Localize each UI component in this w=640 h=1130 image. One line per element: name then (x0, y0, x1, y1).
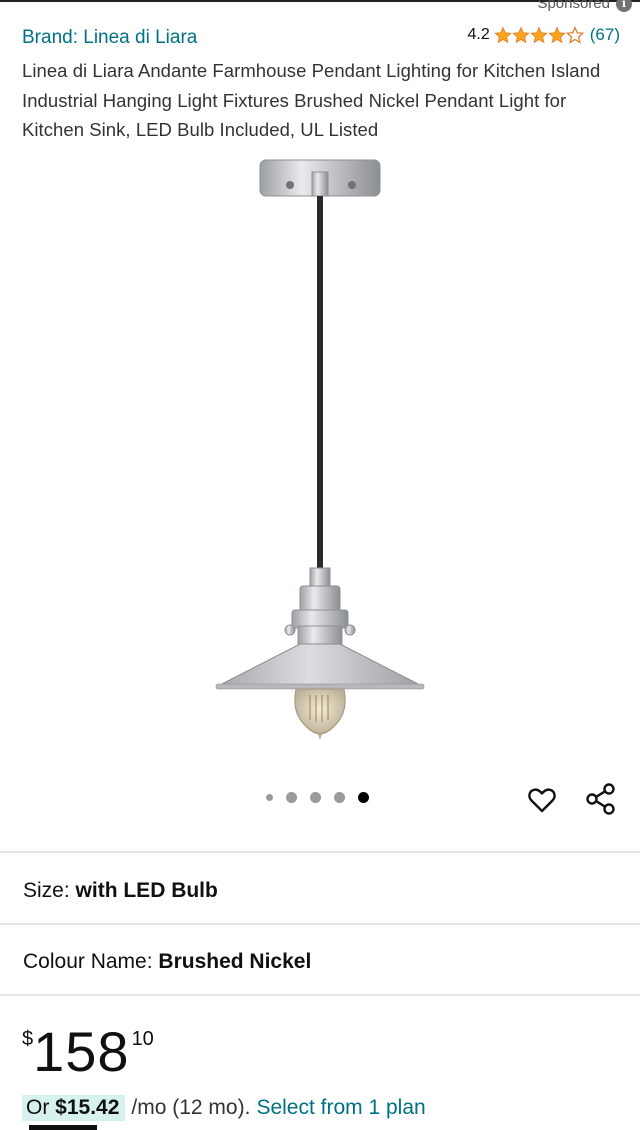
installment-amount-pill: Or $15.42 (22, 1095, 126, 1121)
star-icon (547, 26, 566, 44)
size-label: Size: (23, 879, 70, 902)
star-icon (493, 26, 512, 44)
price-whole: 158 (33, 1020, 130, 1083)
size-option[interactable]: Size: with LED Bulb (23, 879, 218, 903)
star-icon (529, 26, 548, 44)
share-icon[interactable] (584, 782, 618, 816)
sponsored-label[interactable]: Sponsored i (537, 0, 632, 12)
divider (0, 923, 640, 925)
carousel-dot[interactable] (334, 792, 345, 803)
price-fraction: 10 (131, 1028, 154, 1050)
price-currency-symbol: $ (22, 1028, 34, 1050)
price: $ 158 10 (22, 1020, 154, 1084)
installment-prefix: Or (26, 1096, 50, 1119)
heart-icon[interactable] (526, 784, 558, 816)
star-icon (511, 26, 530, 44)
select-plan-link[interactable]: Select from 1 plan (256, 1096, 425, 1120)
scroll-indicator (29, 1125, 97, 1130)
divider (0, 851, 640, 853)
divider (0, 994, 640, 996)
rating-value: 4.2 (467, 26, 490, 43)
info-icon[interactable]: i (616, 0, 632, 12)
carousel-dot[interactable] (286, 792, 297, 803)
carousel-dot[interactable] (266, 794, 273, 801)
colour-value: Brushed Nickel (158, 950, 312, 973)
star-rating (493, 26, 584, 44)
size-value: with LED Bulb (75, 879, 218, 902)
rating-summary[interactable]: 4.2 (67) (468, 25, 620, 45)
rating-count-link[interactable]: (67) (590, 25, 620, 45)
colour-label: Colour Name: (23, 950, 153, 973)
brand-link[interactable]: Brand: Linea di Liara (22, 27, 197, 49)
star-empty-icon (565, 26, 584, 44)
image-carousel-indicator[interactable] (266, 792, 369, 803)
product-title: Linea di Liara Andante Farmhouse Pendant… (22, 60, 601, 140)
installment-offer: Or $15.42 /mo (12 mo). Select from 1 pla… (22, 1095, 426, 1121)
carousel-dot-active[interactable] (358, 792, 369, 803)
carousel-dot[interactable] (310, 792, 321, 803)
installment-term: /mo (12 mo). (131, 1096, 251, 1119)
installment-amount: $15.42 (55, 1096, 120, 1119)
product-image[interactable] (150, 150, 490, 750)
sponsored-text: Sponsored (537, 0, 610, 12)
colour-option[interactable]: Colour Name: Brushed Nickel (23, 950, 311, 974)
